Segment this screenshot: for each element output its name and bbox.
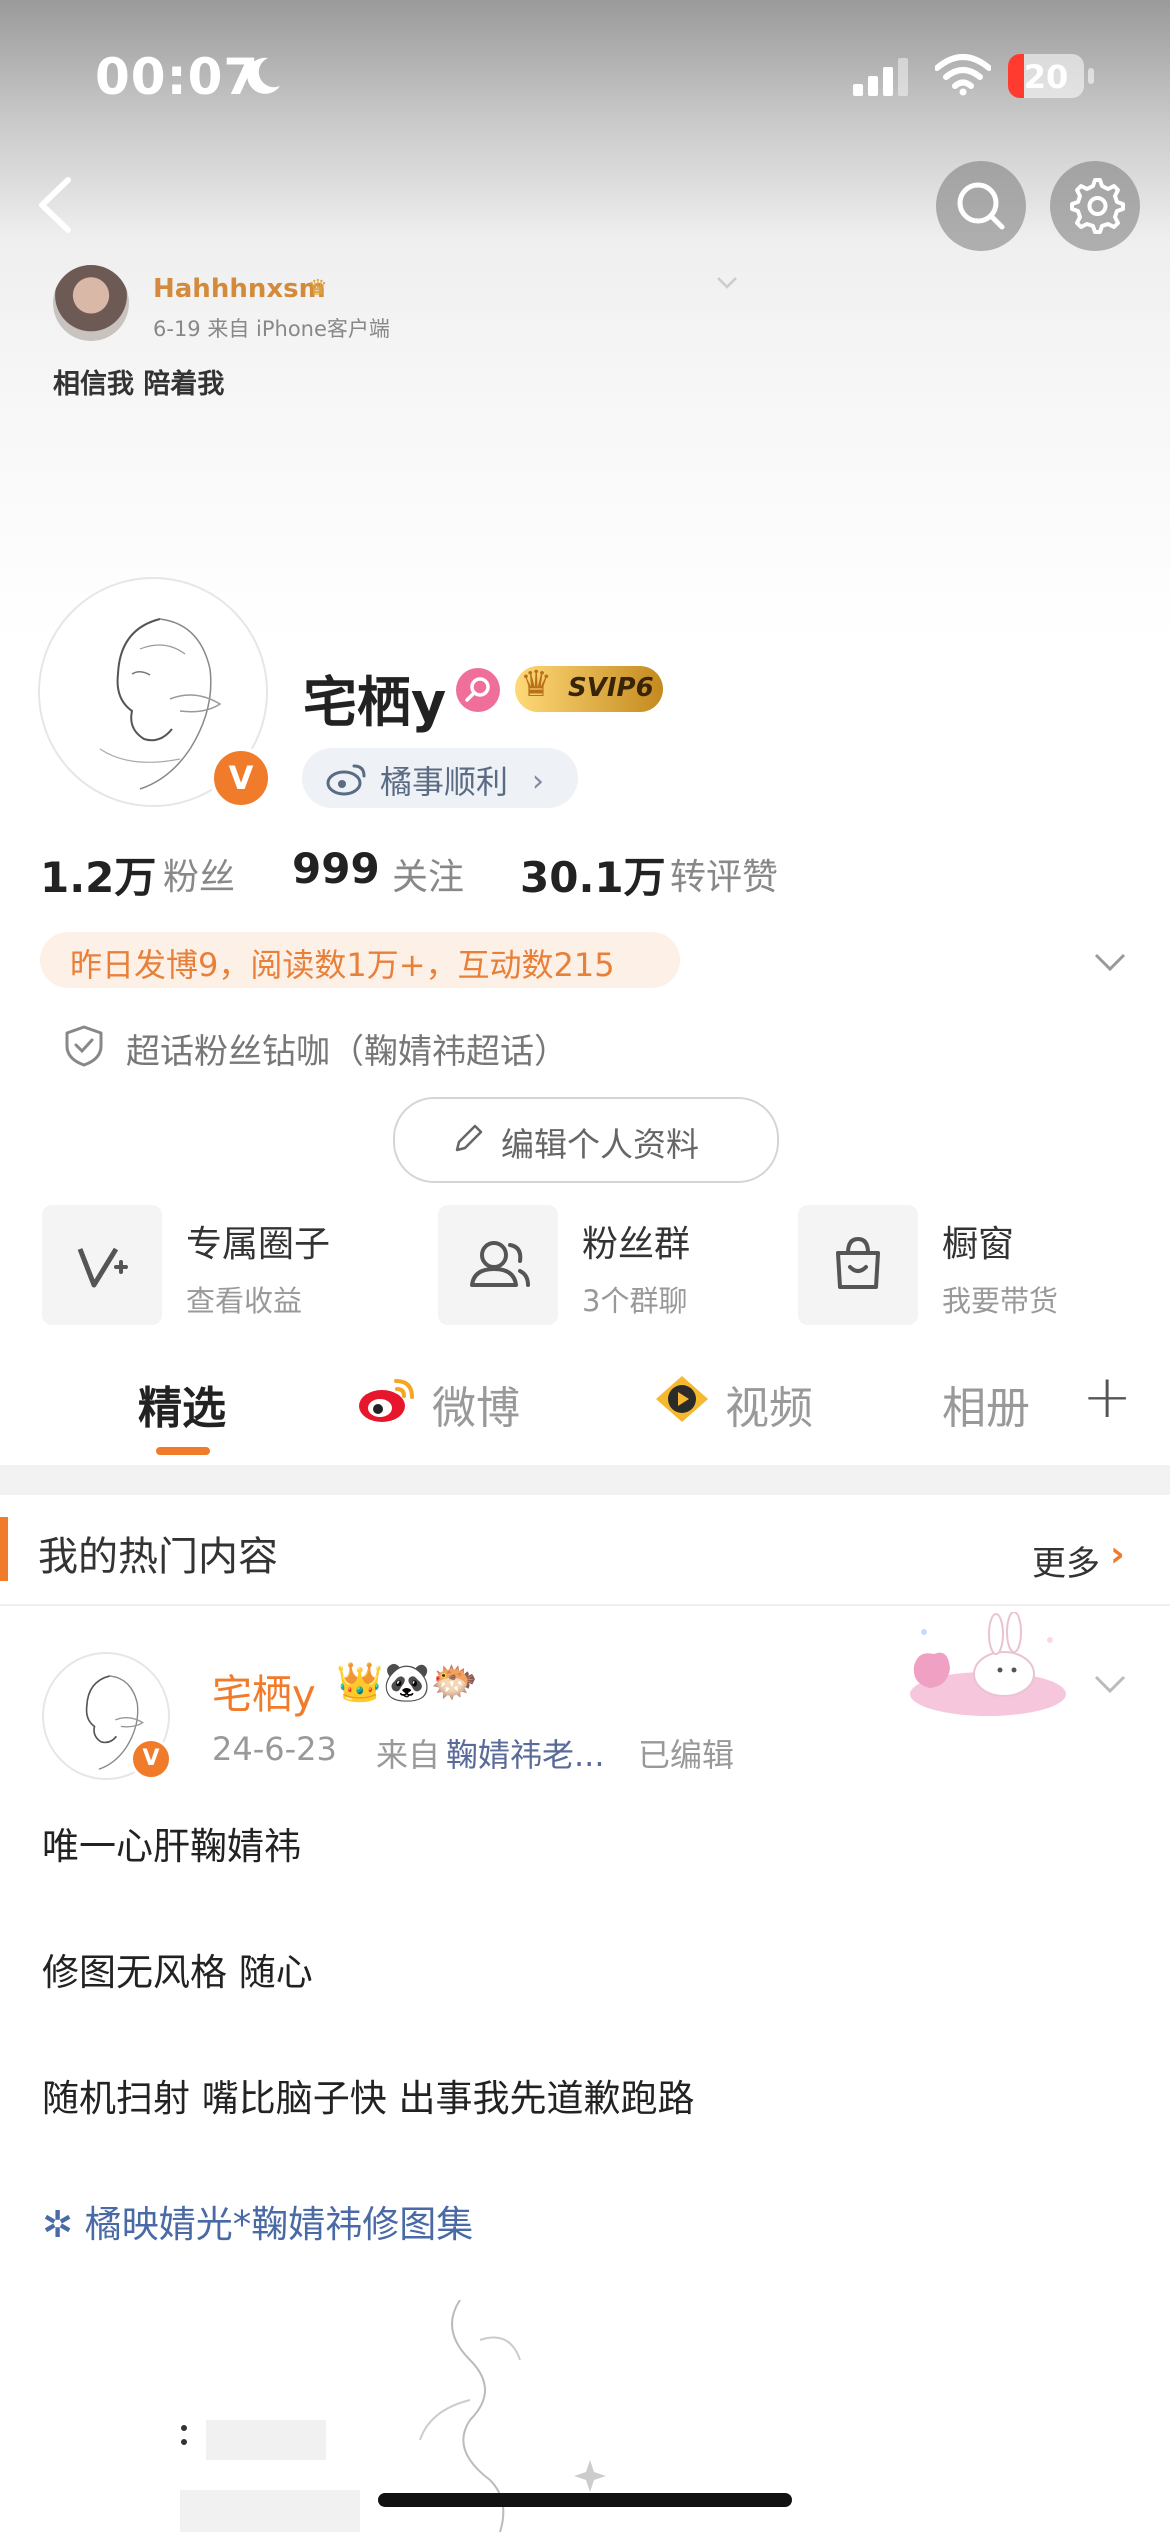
- battery-tip: [1088, 68, 1094, 84]
- exclusive-circle-button[interactable]: [42, 1205, 162, 1325]
- wifi-icon: [935, 54, 991, 96]
- hot-content-title: 我的热门内容: [38, 1534, 278, 1580]
- stat-fans-count[interactable]: 1.2万: [40, 844, 156, 905]
- activity-text: 昨日发博9，阅读数1万+，互动数215: [70, 946, 615, 984]
- tab-weibo[interactable]: 微博: [432, 1372, 520, 1436]
- post-date: 24-6-23: [212, 1730, 337, 1768]
- add-tab-button[interactable]: +: [1082, 1362, 1132, 1432]
- pencil-icon: [455, 1124, 483, 1152]
- exclusive-circle-subtitle: 查看收益: [186, 1284, 303, 1318]
- more-link[interactable]: 更多: [1032, 1536, 1100, 1585]
- post-text-line: 随机扫射 嘴比脑子快 出事我先道歉跑路: [42, 2077, 695, 2120]
- fan-group-subtitle: 3个群聊: [582, 1284, 688, 1318]
- crown-icon: ♛: [520, 664, 553, 705]
- circle-v-icon: [77, 1247, 128, 1288]
- background-post-username: Hahhhnxsm: [153, 274, 326, 304]
- post-topic-link[interactable]: ✲ 橘映婧光*鞠婧祎修图集: [42, 2194, 473, 2248]
- post-source-label: 来自: [376, 1736, 441, 1774]
- profile-name: 宅栖y: [303, 671, 447, 734]
- fan-group-button[interactable]: [438, 1205, 558, 1325]
- weibo-logo-icon: [359, 1379, 414, 1422]
- video-icon: [656, 1376, 708, 1422]
- home-indicator: [378, 2493, 792, 2507]
- showcase-subtitle: 我要带货: [942, 1284, 1059, 1318]
- back-icon[interactable]: [22, 170, 92, 240]
- crown-icon: ♛: [308, 276, 328, 301]
- verified-badge: V: [210, 747, 272, 809]
- post-user-badges: 👑🐼🐡: [336, 1660, 478, 1704]
- battery-icon: 20: [1008, 54, 1084, 98]
- tag-label: 橘事顺利: [380, 763, 509, 801]
- background-post-meta: 6-19 来自 iPhone客户端: [153, 317, 390, 341]
- fan-group-title: 粉丝群: [582, 1224, 691, 1265]
- stat-likes-label[interactable]: 转评赞: [670, 848, 778, 900]
- bunny-sticker-icon: [910, 1612, 1066, 1716]
- moon-icon: [247, 57, 280, 94]
- section-divider: [0, 1465, 1170, 1495]
- stat-fans-label[interactable]: 粉丝: [163, 848, 235, 900]
- signal-icon: [853, 58, 908, 96]
- settings-button[interactable]: [1050, 161, 1140, 251]
- shopping-bag-icon: [836, 1236, 880, 1289]
- post-username[interactable]: 宅栖y: [212, 1662, 316, 1720]
- status-time: 00:07: [95, 48, 260, 106]
- superfan-status[interactable]: 超话粉丝钻咖（鞠婧祎超话）: [126, 1024, 568, 1073]
- background-post-text: 相信我 陪着我: [53, 369, 225, 400]
- chevron-right-icon: ›: [532, 764, 544, 799]
- group-icon: [470, 1241, 530, 1287]
- gear-icon: [1070, 178, 1125, 234]
- post-text-line: 修图无风格 随心: [42, 1951, 313, 1994]
- post-text-line: 唯一心肝鞠婧祎: [42, 1825, 301, 1868]
- showcase-button[interactable]: [798, 1205, 918, 1325]
- verified-badge: V: [130, 1738, 172, 1780]
- divider: [0, 1604, 1170, 1606]
- tab-video[interactable]: 视频: [725, 1372, 813, 1436]
- svip-label: SVIP6: [568, 673, 654, 703]
- tab-featured[interactable]: 精选: [138, 1372, 226, 1436]
- chevron-down-icon: [717, 277, 737, 289]
- tab-album[interactable]: 相册: [942, 1372, 1030, 1436]
- search-icon: [957, 182, 1005, 230]
- exclusive-circle-title: 专属圈子: [186, 1224, 331, 1265]
- active-tab-indicator: [156, 1447, 210, 1455]
- chevron-down-icon[interactable]: [1092, 1666, 1128, 1702]
- section-accent-bar: [0, 1517, 8, 1581]
- showcase-title: 橱窗: [942, 1224, 1015, 1265]
- weibo-logo-icon: [326, 764, 366, 796]
- shield-icon: [65, 1025, 103, 1067]
- stat-following-count[interactable]: 999: [292, 844, 380, 893]
- post-edited-label: 已编辑: [638, 1736, 735, 1774]
- stat-likes-count[interactable]: 30.1万: [520, 844, 666, 905]
- chevron-down-icon[interactable]: [1092, 944, 1128, 980]
- background-post-avatar: [53, 265, 129, 341]
- edit-profile-label: 编辑个人资料: [501, 1125, 699, 1164]
- stat-following-label[interactable]: 关注: [392, 848, 464, 900]
- magnifier-badge-icon[interactable]: [456, 668, 500, 712]
- search-button[interactable]: [936, 161, 1026, 251]
- battery-text: 20: [1023, 58, 1069, 96]
- post-source[interactable]: 鞠婧祎老...: [446, 1730, 605, 1776]
- chevron-right-icon[interactable]: ›: [1110, 1534, 1125, 1575]
